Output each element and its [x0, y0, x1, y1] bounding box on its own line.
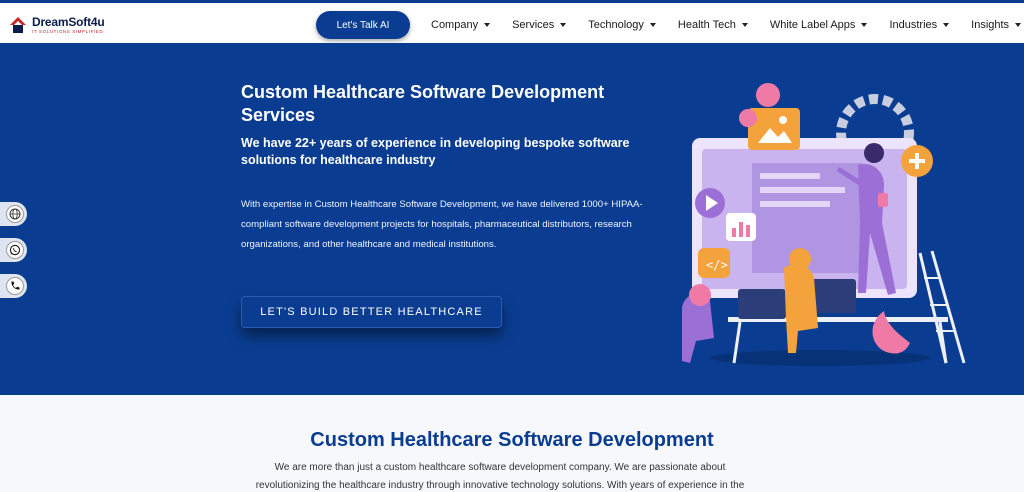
top-navigation-bar: DreamSoft4u IT SOLUTIONS SIMPLIFIED Let'…: [0, 0, 1024, 43]
svg-text:</>: </>: [706, 258, 728, 272]
side-globe-button[interactable]: [0, 202, 27, 226]
logo-name: DreamSoft4u: [32, 14, 105, 29]
nav-item-insights[interactable]: Insights: [971, 18, 1022, 31]
chevron-down-icon: [943, 22, 950, 27]
floating-contact-icons: [0, 202, 27, 310]
chevron-down-icon: [741, 22, 748, 27]
hero-title: Custom Healthcare Software Development S…: [241, 82, 605, 125]
main-nav: Company Services Technology Health Tech …: [431, 3, 1024, 46]
chevron-down-icon: [861, 22, 868, 27]
healthcare-team-illustration: </>: [670, 73, 970, 373]
logo[interactable]: DreamSoft4u IT SOLUTIONS SIMPLIFIED: [8, 11, 105, 39]
chevron-down-icon: [484, 22, 491, 27]
phone-icon: [6, 277, 24, 295]
hero-description: With expertise in Custom Healthcare Soft…: [241, 199, 643, 250]
section-title: Custom Healthcare Software Development: [310, 429, 714, 451]
nav-label: Insights: [971, 18, 1010, 31]
lets-build-better-healthcare-button[interactable]: LET'S BUILD BETTER HEALTHCARE: [241, 296, 502, 328]
nav-item-company[interactable]: Company: [431, 18, 491, 31]
side-whatsapp-button[interactable]: [0, 238, 27, 262]
globe-icon: [6, 205, 24, 223]
nav-label: White Label Apps: [769, 18, 856, 31]
nav-item-industries[interactable]: Industries: [889, 18, 950, 31]
logo-tagline: IT SOLUTIONS SIMPLIFIED: [32, 28, 104, 34]
nav-item-services[interactable]: Services: [512, 18, 567, 31]
hero-subtitle: We have 22+ years of experience in devel…: [241, 136, 630, 167]
side-phone-button[interactable]: [0, 274, 27, 298]
section-paragraph: We are more than just a custom healthcar…: [255, 462, 745, 491]
hero-section: Custom Healthcare Software Development S…: [0, 43, 1024, 395]
logo-mark-icon: [8, 15, 28, 35]
nav-label: Health Tech: [677, 18, 736, 31]
nav-label: Services: [512, 18, 555, 31]
chevron-down-icon: [649, 22, 656, 27]
lets-talk-ai-button[interactable]: Let's Talk AI: [316, 11, 410, 39]
nav-item-white-label-apps[interactable]: White Label Apps: [770, 19, 868, 31]
nav-label: Company: [431, 18, 479, 31]
nav-item-technology[interactable]: Technology: [588, 19, 656, 31]
chevron-down-icon: [560, 22, 567, 27]
whatsapp-icon: [6, 241, 24, 259]
nav-label: Industries: [889, 18, 938, 31]
intro-section: Custom Healthcare Software Development W…: [0, 395, 1024, 492]
nav-item-health-tech[interactable]: Health Tech: [678, 19, 748, 31]
chevron-down-icon: [1015, 22, 1022, 27]
nav-label: Technology: [588, 18, 644, 31]
